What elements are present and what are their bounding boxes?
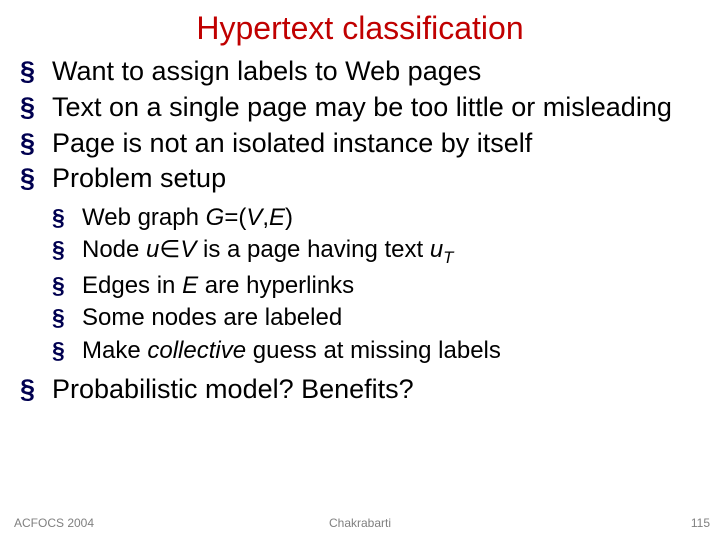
list-item: Web graph G=(V,E) <box>52 202 690 234</box>
list-item: Node u∈V is a page having text uT <box>52 234 690 269</box>
sub-bullet-list: Web graph G=(V,E) Node u∈V is a page hav… <box>52 202 690 367</box>
list-item-label: Problem setup <box>52 163 226 193</box>
list-item: Text on a single page may be too little … <box>20 91 690 125</box>
list-item: Some nodes are labeled <box>52 302 690 334</box>
list-item: Edges in E are hyperlinks <box>52 270 690 302</box>
list-item: Make collective guess at missing labels <box>52 335 690 367</box>
list-item: Probabilistic model? Benefits? <box>20 373 690 407</box>
slide-title: Hypertext classification <box>0 0 720 55</box>
list-item: Want to assign labels to Web pages <box>20 55 690 89</box>
list-item: Page is not an isolated instance by itse… <box>20 127 690 161</box>
footer-center: Chakrabarti <box>0 516 720 530</box>
main-bullet-list: Want to assign labels to Web pages Text … <box>20 55 690 407</box>
list-item: Problem setup Web graph G=(V,E) Node u∈V… <box>20 162 690 367</box>
footer-page-number: 115 <box>691 516 710 530</box>
slide-content: Want to assign labels to Web pages Text … <box>0 55 720 407</box>
